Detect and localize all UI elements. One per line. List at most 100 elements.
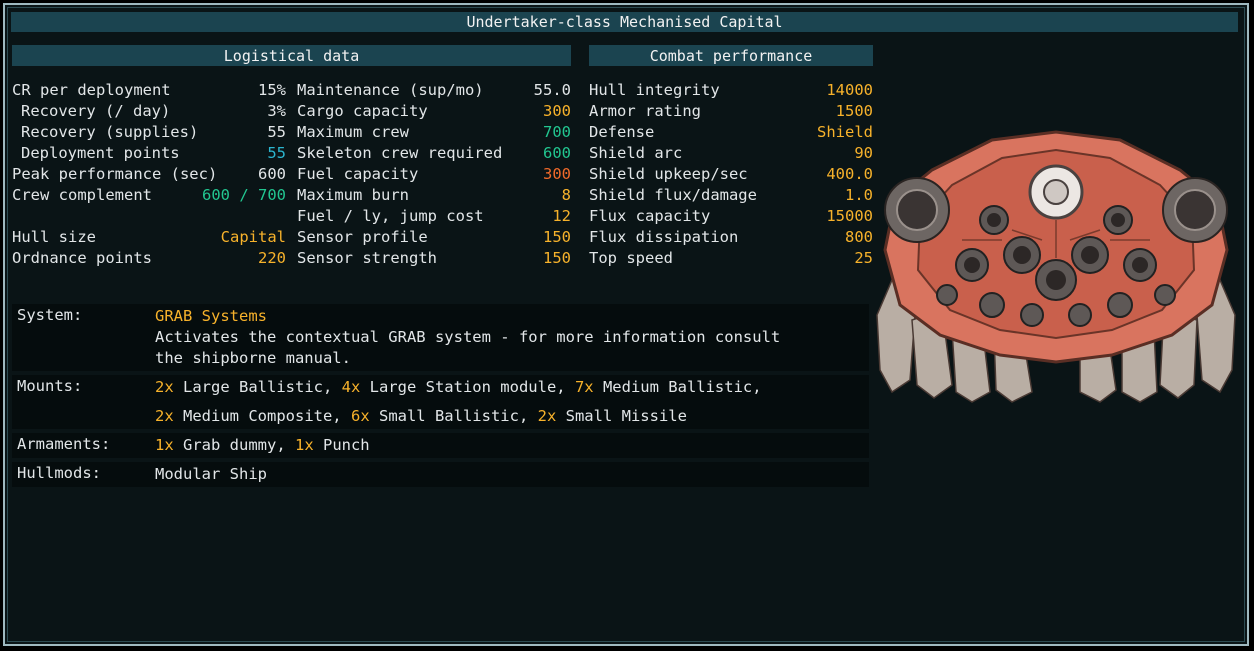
stat-row-maximum-crew: Maximum crew 700	[297, 121, 571, 142]
system-label: System:	[17, 306, 83, 324]
logistical-stats-col2: Maintenance (sup/mo) 55.0 Cargo capacity 30…	[297, 79, 571, 268]
stat-label: Recovery (/ day)	[21, 101, 171, 120]
stat-value: 14000	[826, 80, 873, 99]
armaments-row: Armaments: 1x Grab dummy, 1x Punch	[12, 433, 869, 458]
system-row: System: GRAB Systems Activates the conte…	[12, 304, 869, 371]
stat-label: Hull integrity	[589, 80, 720, 99]
stat-value: 55.0	[533, 80, 571, 99]
stat-row-shield-arc: Shield arc 90	[589, 142, 873, 163]
stat-value: Shield	[817, 122, 873, 141]
system-description: Activates the contextual GRAB system - f…	[155, 328, 781, 367]
stat-label: Flux capacity	[589, 206, 711, 225]
mount-type: Punch	[322, 436, 370, 454]
stat-value: 400.0	[826, 164, 873, 183]
stat-label: Crew complement	[12, 185, 152, 204]
stat-label: Peak performance (sec)	[12, 164, 218, 183]
stat-label: Shield arc	[589, 143, 683, 162]
stat-value: 600	[258, 164, 286, 183]
mount-type: Grab dummy,	[183, 436, 295, 454]
stat-row-peak-performance-sec: Peak performance (sec) 600	[12, 163, 286, 184]
stat-value: 1.0	[845, 185, 873, 204]
stat-value: 3%	[267, 101, 286, 120]
stat-row-shield-flux-damage: Shield flux/damage 1.0	[589, 184, 873, 205]
stat-label: Maximum crew	[297, 122, 409, 141]
mount-type: Medium Ballistic,	[602, 378, 762, 396]
stat-value: 150	[543, 227, 571, 246]
stat-label: Recovery (supplies)	[21, 122, 199, 141]
stat-row-defense: Defense Shield	[589, 121, 873, 142]
stat-label: Sensor profile	[297, 227, 428, 246]
mount-count: 1x	[155, 436, 183, 454]
stat-row-ordnance-points: Ordnance points 220	[12, 247, 286, 268]
stat-value: 300	[543, 101, 571, 120]
mount-count: 7x	[574, 378, 603, 396]
mount-count: 2x	[155, 407, 183, 425]
stat-label: Top speed	[589, 248, 673, 267]
stat-value: 25	[854, 248, 873, 267]
stat-row-maintenance-sup-mo: Maintenance (sup/mo) 55.0	[297, 79, 571, 100]
stat-value: 300	[543, 164, 571, 183]
stat-value: 220	[258, 248, 286, 267]
mount-count: 1x	[294, 436, 323, 454]
stat-label: Maintenance (sup/mo)	[297, 80, 484, 99]
hullmods-value: Modular Ship	[155, 465, 267, 483]
stat-row-hull-integrity: Hull integrity 14000	[589, 79, 873, 100]
stat-value: Capital	[220, 227, 286, 246]
stat-value: 700	[543, 122, 571, 141]
mounts-line: 2x Medium Composite, 6x Small Ballistic,…	[155, 406, 869, 427]
stat-row-top-speed: Top speed 25	[589, 247, 873, 268]
stat-row-flux-capacity: Flux capacity 15000	[589, 205, 873, 226]
stat-value: 15000	[826, 206, 873, 225]
combat-stats: Hull integrity 14000 Armor rating 1500 Defen…	[589, 79, 873, 268]
ship-details-panel: System: GRAB Systems Activates the conte…	[12, 304, 869, 491]
mount-type: Small Missile	[565, 407, 687, 425]
stat-label: Sensor strength	[297, 248, 437, 267]
mounts-label: Mounts:	[17, 377, 83, 395]
stat-label: Fuel capacity	[297, 164, 419, 183]
logistical-header: Logistical data	[12, 45, 571, 66]
stat-row-crew-complement: Crew complement 600 / 700	[12, 184, 286, 205]
mount-count: 6x	[350, 407, 379, 425]
logistical-stats-col1: CR per deployment 15% Recovery (/ day) 3% Re…	[12, 79, 286, 268]
system-name: GRAB Systems	[155, 307, 267, 325]
stat-label: Fuel / ly, jump cost	[297, 206, 484, 225]
stat-row-maximum-burn: Maximum burn 8	[297, 184, 571, 205]
stat-row-recovery-supplies: Recovery (supplies) 55	[12, 121, 286, 142]
stat-value: 150	[543, 248, 571, 267]
stat-row-hull-size: Hull size Capital	[12, 226, 286, 247]
stat-label: Hull size	[12, 227, 96, 246]
stat-label: Skeleton crew required	[297, 143, 503, 162]
stat-row-sensor-strength: Sensor strength 150	[297, 247, 571, 268]
stat-row-cr-per-deployment: CR per deployment 15%	[12, 79, 286, 100]
stat-row-sensor-profile: Sensor profile 150	[297, 226, 571, 247]
stat-label: Maximum burn	[297, 185, 409, 204]
stat-label: Deployment points	[21, 143, 180, 162]
stat-label: Shield upkeep/sec	[589, 164, 748, 183]
stat-value: 600 / 700	[202, 185, 286, 204]
stat-label: Cargo capacity	[297, 101, 428, 120]
stat-row-fuel-capacity: Fuel capacity 300	[297, 163, 571, 184]
stat-value: 8	[561, 185, 571, 204]
stat-label: Ordnance points	[12, 248, 152, 267]
stat-row-deployment-points: Deployment points 55	[12, 142, 286, 163]
stat-row-cargo-capacity: Cargo capacity 300	[297, 100, 571, 121]
stat-label: Shield flux/damage	[589, 185, 757, 204]
stat-value: 600	[543, 143, 571, 162]
armaments-label: Armaments:	[17, 435, 111, 453]
mount-type: Small Ballistic,	[378, 407, 538, 425]
hullmods-row: Hullmods: Modular Ship	[12, 462, 869, 487]
stat-row-fuel-ly-jump-cost: Fuel / ly, jump cost 12	[297, 205, 571, 226]
mounts-row: Mounts: 2x Large Ballistic, 4x Large Sta…	[12, 375, 869, 429]
stat-value: 15%	[258, 80, 286, 99]
stat-value: 800	[845, 227, 873, 246]
mount-type: Large Ballistic,	[183, 378, 342, 396]
stat-label: Armor rating	[589, 101, 701, 120]
stat-value: 12	[552, 206, 571, 225]
stat-row-flux-dissipation: Flux dissipation 800	[589, 226, 873, 247]
combat-header: Combat performance	[589, 45, 873, 66]
stat-label: Defense	[589, 122, 655, 141]
stat-spacer	[12, 205, 286, 226]
mounts-line: 2x Large Ballistic, 4x Large Station mod…	[155, 377, 869, 406]
stat-row-skeleton-crew-required: Skeleton crew required 600	[297, 142, 571, 163]
stat-row-shield-upkeep-sec: Shield upkeep/sec 400.0	[589, 163, 873, 184]
